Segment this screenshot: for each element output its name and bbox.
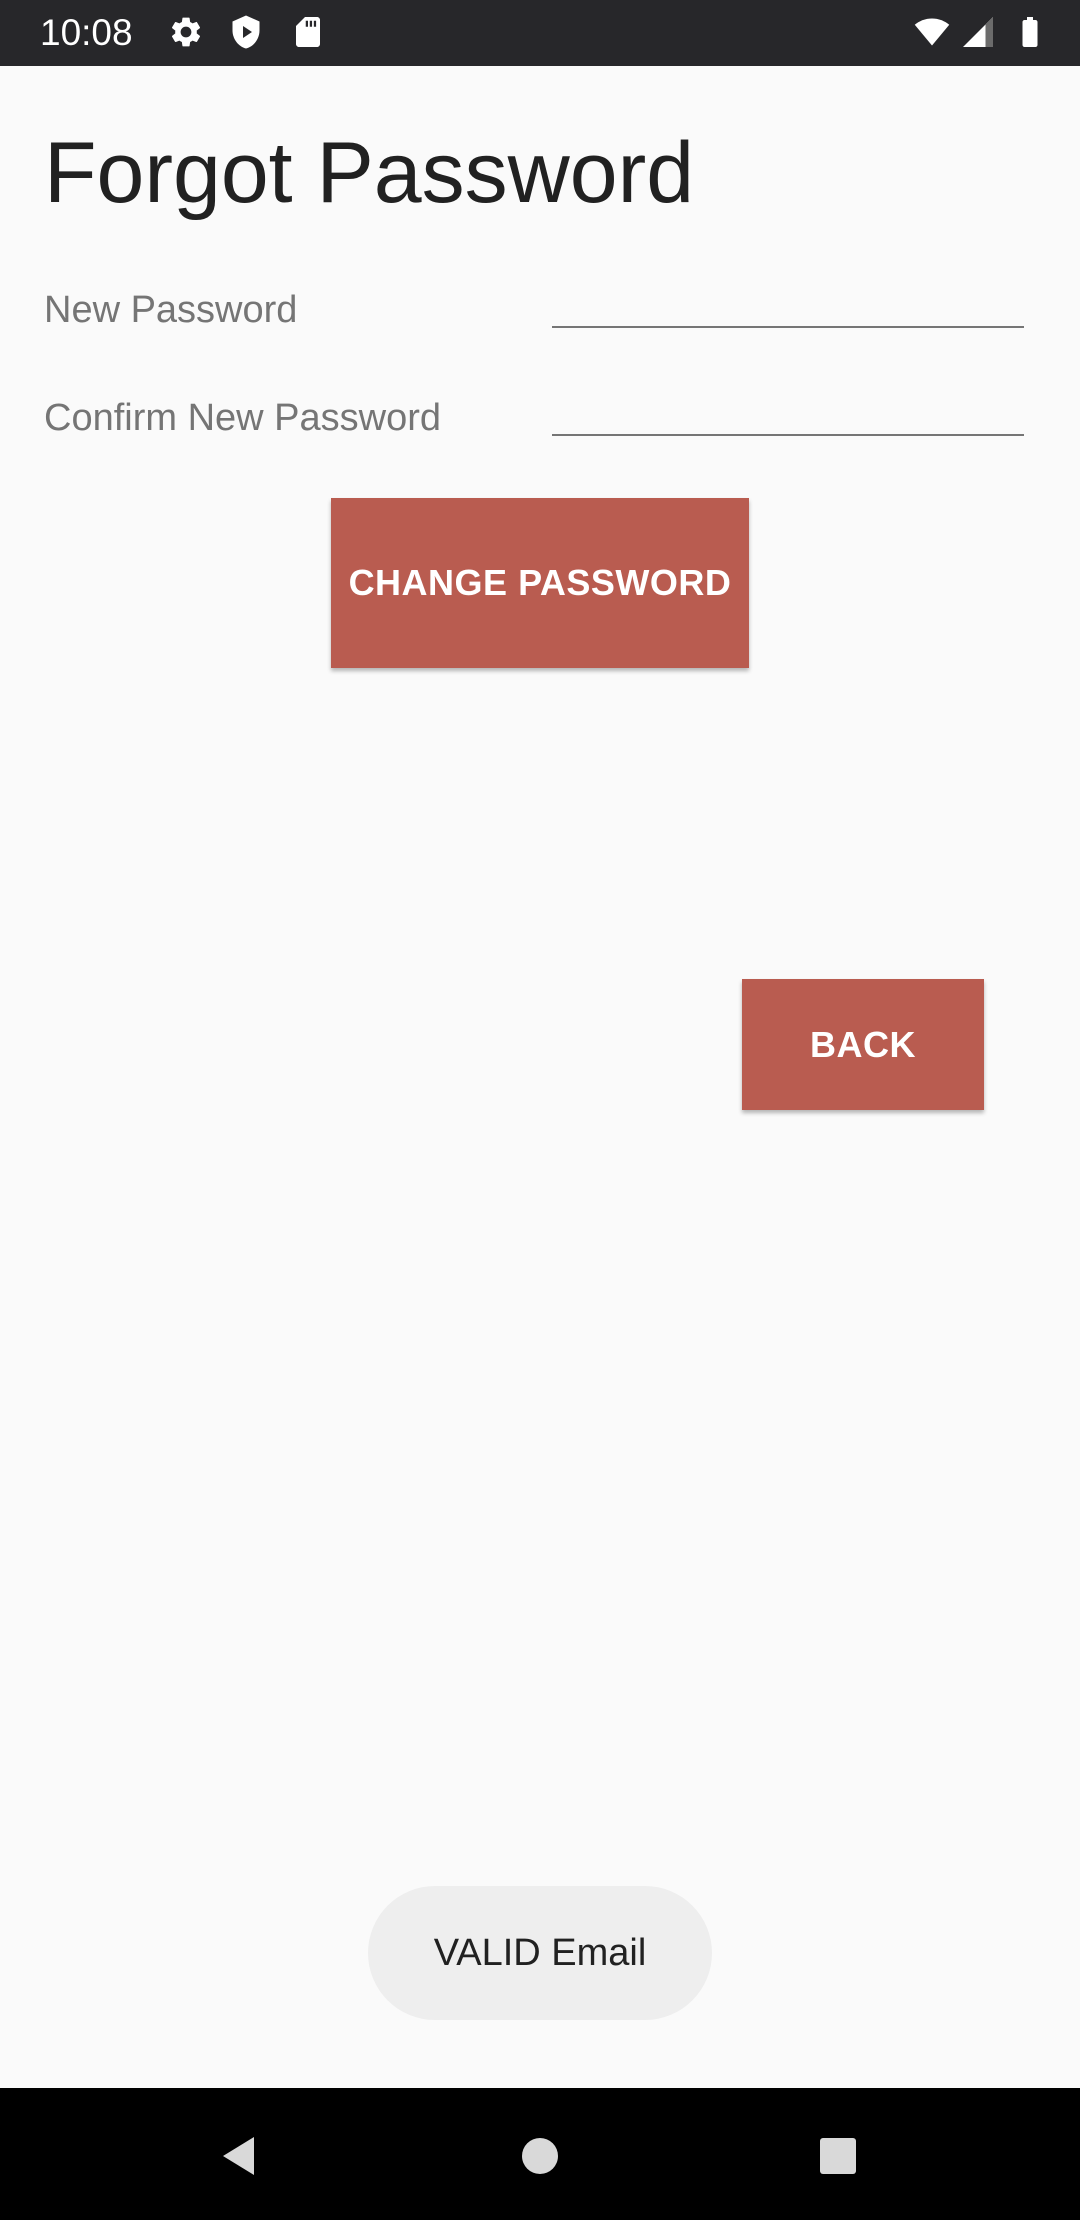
status-bar: 10:08 [0, 0, 1080, 66]
new-password-input[interactable] [552, 272, 1024, 328]
wifi-icon [914, 18, 950, 46]
navigation-bar [0, 2088, 1080, 2220]
battery-icon [1022, 17, 1038, 47]
toast: VALID Email [368, 1886, 712, 2020]
home-icon[interactable] [516, 2132, 564, 2180]
settings-icon [171, 17, 201, 47]
sd-card-icon [296, 17, 320, 47]
confirm-password-label: Confirm New Password [44, 397, 441, 439]
change-password-button-label: CHANGE PASSWORD [348, 562, 732, 603]
back-button[interactable]: BACK [742, 979, 984, 1110]
new-password-label: New Password [44, 289, 298, 331]
signal-icon [963, 17, 993, 47]
confirm-password-input[interactable] [552, 380, 1024, 436]
toast-message: VALID Email [433, 1931, 647, 1974]
page-title: Forgot Password [44, 125, 695, 221]
shield-play-icon [232, 15, 260, 49]
change-password-button[interactable]: CHANGE PASSWORD [331, 498, 749, 668]
back-button-label: BACK [810, 1023, 916, 1065]
status-time: 10:08 [40, 12, 133, 53]
recents-icon[interactable] [814, 2132, 862, 2180]
back-icon[interactable] [216, 2132, 264, 2180]
